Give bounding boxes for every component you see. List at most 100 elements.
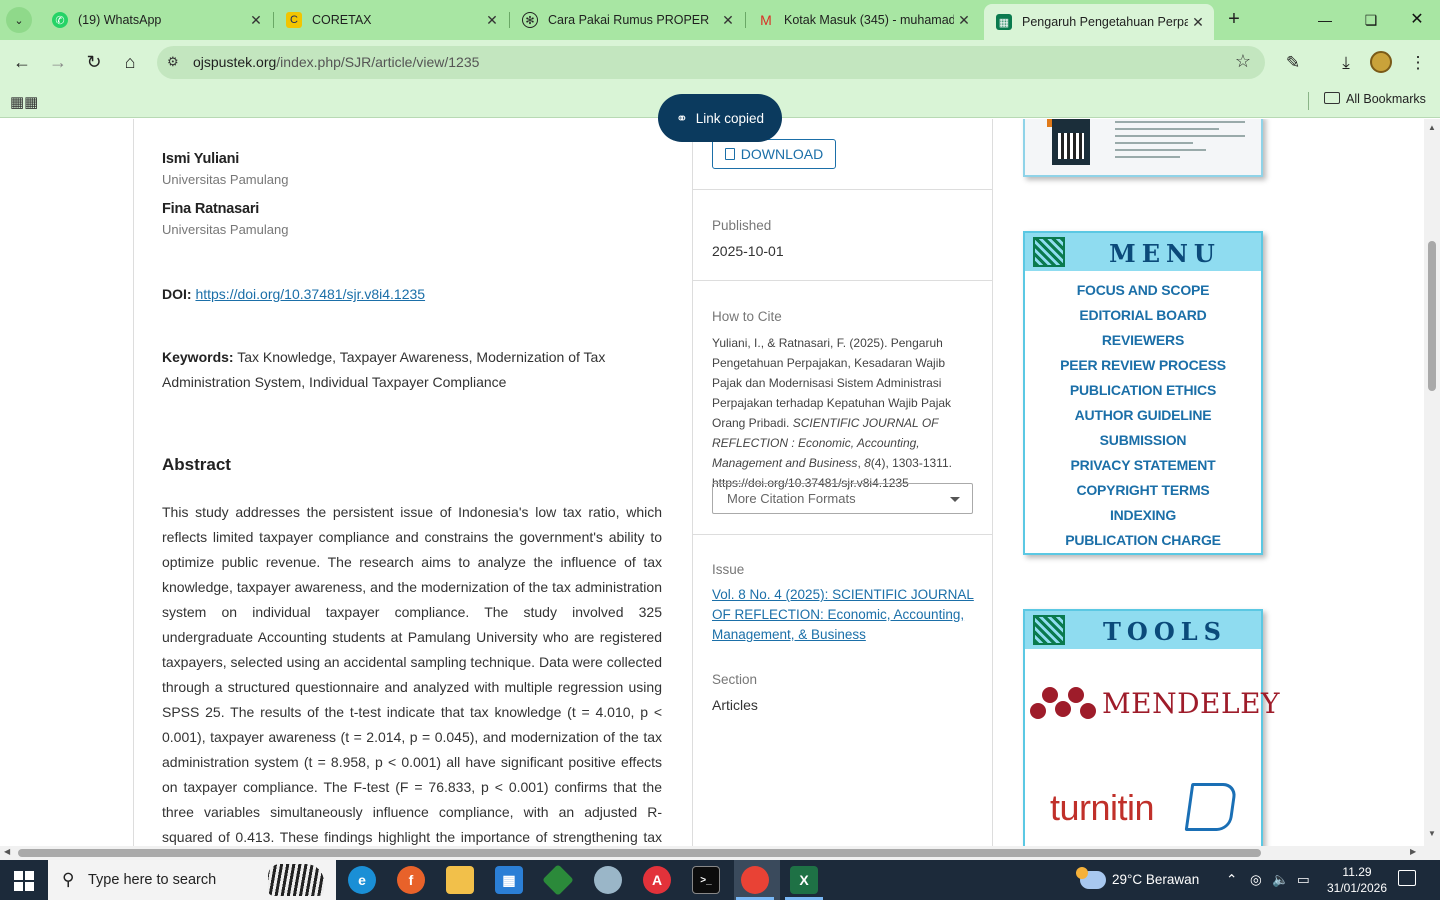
- reload-button[interactable]: ↻: [82, 50, 106, 74]
- citation-format-dropdown[interactable]: More Citation Formats: [712, 483, 973, 514]
- microsoft-store-icon[interactable]: ▦: [495, 866, 523, 894]
- edge-icon[interactable]: e: [348, 866, 376, 894]
- vertical-scrollbar[interactable]: ▲ ▼: [1424, 119, 1440, 846]
- mendeley-logo[interactable]: MENDELEY: [1030, 683, 1280, 723]
- scroll-down-arrow-icon[interactable]: ▼: [1428, 829, 1436, 838]
- download-button[interactable]: DOWNLOAD: [712, 139, 836, 169]
- journal-cover-image[interactable]: [1023, 119, 1263, 177]
- extensions-icon[interactable]: ✎: [1280, 50, 1306, 76]
- chevron-down-icon: [950, 497, 960, 502]
- scroll-left-arrow-icon[interactable]: ◀: [4, 847, 10, 856]
- download-label: DOWNLOAD: [740, 146, 824, 162]
- satellite-app-icon[interactable]: [594, 866, 622, 894]
- weather-text[interactable]: 29°C Berawan: [1112, 860, 1199, 900]
- scroll-right-arrow-icon[interactable]: ▶: [1410, 847, 1416, 856]
- menu-item-indexing[interactable]: INDEXING: [1025, 503, 1261, 528]
- tab-search-button[interactable]: ⌄: [6, 7, 32, 33]
- file-explorer-icon[interactable]: [446, 866, 474, 894]
- menu-item-publication-ethics[interactable]: PUBLICATION ETHICS: [1025, 378, 1261, 403]
- new-tab-button[interactable]: +: [1222, 8, 1246, 32]
- system-clock[interactable]: 11.29 31/01/2026: [1322, 864, 1392, 896]
- scroll-up-arrow-icon[interactable]: ▲: [1428, 123, 1436, 132]
- keywords-label: Keywords:: [162, 349, 234, 365]
- qr-code-image: [1052, 119, 1090, 165]
- weather-icon[interactable]: [1076, 867, 1106, 889]
- firefox-icon[interactable]: f: [397, 866, 425, 894]
- doi-label: DOI:: [162, 286, 192, 302]
- author-affiliation: Universitas Pamulang: [162, 172, 289, 187]
- windows-start-icon[interactable]: [14, 871, 34, 891]
- doi-link[interactable]: https://doi.org/10.37481/sjr.v8i4.1235: [195, 286, 425, 302]
- menu-item-author-guideline[interactable]: AUTHOR GUIDELINE: [1025, 403, 1261, 428]
- tools-widget-header: TOOLS: [1025, 611, 1261, 649]
- restore-button[interactable]: ❏: [1348, 8, 1394, 32]
- back-button[interactable]: ←: [10, 50, 34, 74]
- section-label: Section: [712, 672, 758, 687]
- horizontal-scroll-thumb[interactable]: [18, 849, 1261, 857]
- menu-item-peer-review[interactable]: PEER REVIEW PROCESS: [1025, 353, 1261, 378]
- tab-article[interactable]: ▦ Pengaruh Pengetahuan Perpaja ✕: [984, 4, 1214, 40]
- citation-volume: 8: [864, 456, 871, 470]
- windows-taskbar: ⚲ Type here to search e f ▦ A >_ X 29°C …: [0, 860, 1440, 900]
- bookmarks-divider: [1308, 92, 1309, 110]
- close-tab-icon[interactable]: ✕: [482, 12, 502, 29]
- cite-label: How to Cite: [712, 309, 782, 324]
- close-window-button[interactable]: ✕: [1394, 8, 1440, 32]
- tab-coretax[interactable]: C CORETAX ✕: [274, 0, 508, 40]
- menu-item-editorial-board[interactable]: EDITORIAL BOARD: [1025, 303, 1261, 328]
- scrollbar-corner: [1424, 846, 1440, 860]
- minimize-button[interactable]: —: [1302, 8, 1348, 32]
- geogebra-icon[interactable]: [542, 864, 574, 896]
- taskbar-search-box[interactable]: ⚲ Type here to search: [48, 860, 336, 900]
- menu-kebab-icon[interactable]: ⋮: [1405, 50, 1431, 76]
- url-host: ojspustek.org: [193, 54, 277, 70]
- url-text: ojspustek.org/index.php/SJR/article/view…: [193, 54, 479, 70]
- bookmark-star-icon[interactable]: ☆: [1235, 51, 1251, 72]
- home-button[interactable]: ⌂: [118, 50, 142, 74]
- gmail-icon: M: [760, 12, 772, 28]
- tab-title: CORETAX: [312, 13, 372, 27]
- close-tab-icon[interactable]: ✕: [954, 12, 974, 29]
- autocad-icon[interactable]: A: [643, 866, 671, 894]
- forward-button[interactable]: →: [46, 50, 70, 74]
- profile-avatar[interactable]: [1370, 51, 1392, 73]
- chevron-up-icon[interactable]: ⌃: [1226, 860, 1237, 900]
- horizontal-scrollbar[interactable]: ◀ ▶: [0, 846, 1424, 860]
- display-icon[interactable]: ▭: [1297, 860, 1310, 900]
- tab-title: Pengaruh Pengetahuan Perpaja: [1022, 15, 1188, 29]
- tab-chatgpt[interactable]: ✻ Cara Pakai Rumus PROPER ✕: [510, 0, 744, 40]
- tab-strip: ⌄ ✆ (19) WhatsApp ✕ C CORETAX ✕ ✻ Cara P…: [0, 0, 1440, 40]
- menu-item-focus-scope[interactable]: FOCUS AND SCOPE: [1025, 278, 1261, 303]
- chrome-icon[interactable]: [741, 866, 769, 894]
- excel-icon[interactable]: X: [790, 866, 818, 894]
- whatsapp-icon: ✆: [52, 12, 68, 28]
- published-block: [693, 190, 993, 281]
- issue-link[interactable]: Vol. 8 No. 4 (2025): SCIENTIFIC JOURNAL …: [712, 585, 978, 645]
- abstract-heading: Abstract: [162, 455, 231, 474]
- menu-item-reviewers[interactable]: REVIEWERS: [1025, 328, 1261, 353]
- menu-item-copyright[interactable]: COPYRIGHT TERMS: [1025, 478, 1261, 503]
- apps-grid-icon[interactable]: ▦▦: [10, 93, 38, 111]
- terminal-icon[interactable]: >_: [692, 866, 720, 894]
- address-bar[interactable]: ⚙ ojspustek.org/index.php/SJR/article/vi…: [157, 46, 1265, 79]
- download-icon[interactable]: ⤓: [1333, 50, 1359, 76]
- turnitin-logo[interactable]: turnitin: [1050, 781, 1240, 835]
- menu-item-publication-charge[interactable]: PUBLICATION CHARGE: [1025, 528, 1261, 553]
- close-tab-icon[interactable]: ✕: [718, 12, 738, 29]
- menu-item-privacy[interactable]: PRIVACY STATEMENT: [1025, 453, 1261, 478]
- tab-gmail[interactable]: M Kotak Masuk (345) - muhamad ✕: [746, 0, 980, 40]
- tab-whatsapp[interactable]: ✆ (19) WhatsApp ✕: [40, 0, 272, 40]
- notification-icon[interactable]: [1398, 870, 1416, 886]
- network-icon[interactable]: ◎: [1250, 860, 1262, 900]
- close-tab-icon[interactable]: ✕: [246, 12, 266, 29]
- menu-widget: MENU FOCUS AND SCOPE EDITORIAL BOARD REV…: [1023, 231, 1263, 555]
- volume-icon[interactable]: 🔈: [1272, 860, 1289, 900]
- all-bookmarks-button[interactable]: All Bookmarks: [1324, 92, 1426, 106]
- site-info-icon[interactable]: ⚙: [167, 54, 179, 70]
- close-tab-icon[interactable]: ✕: [1188, 14, 1208, 31]
- zebra-search-highlight-image: [268, 864, 324, 896]
- section-value: Articles: [712, 697, 758, 713]
- vertical-scroll-thumb[interactable]: [1428, 241, 1436, 391]
- menu-item-submission[interactable]: SUBMISSION: [1025, 428, 1261, 453]
- file-icon: [724, 148, 735, 160]
